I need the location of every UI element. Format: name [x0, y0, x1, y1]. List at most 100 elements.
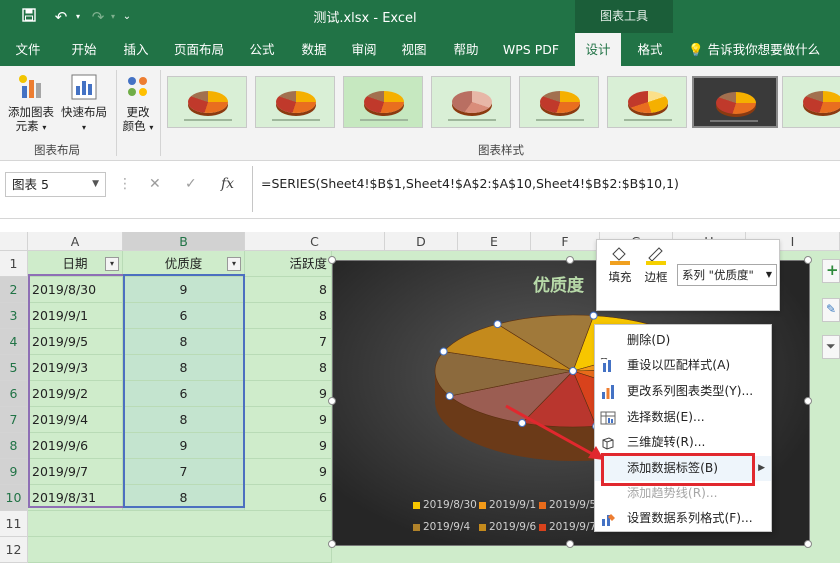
table-cell-quality[interactable]: 6: [123, 303, 245, 329]
row-header[interactable]: 3: [0, 303, 28, 329]
cancel-icon[interactable]: ✕: [149, 172, 161, 197]
select-all-corner[interactable]: [0, 232, 28, 251]
table-cell-date[interactable]: 2019/9/3: [28, 355, 123, 381]
chart-style-4[interactable]: [431, 76, 511, 128]
legend-item[interactable]: 2019/9/7: [539, 521, 596, 533]
tab-insert[interactable]: 插入: [114, 33, 158, 66]
table-cell-date[interactable]: 2019/9/4: [28, 407, 123, 433]
table-cell-activity[interactable]: 9: [245, 459, 332, 485]
table-cell-date[interactable]: 2019/8/30: [28, 277, 123, 303]
table-cell-date[interactable]: 2019/9/1: [28, 303, 123, 329]
table-cell-date[interactable]: 2019/8/31: [28, 485, 123, 511]
row-header[interactable]: 4: [0, 329, 28, 355]
row-header[interactable]: 8: [0, 433, 28, 459]
redo-icon[interactable]: ↷: [88, 7, 108, 27]
table-cell-quality[interactable]: 7: [123, 459, 245, 485]
resize-handle[interactable]: [566, 256, 574, 264]
legend-item[interactable]: 2019/9/1: [479, 499, 536, 511]
table-cell-quality[interactable]: 8: [123, 355, 245, 381]
row-header[interactable]: 10: [0, 485, 28, 511]
column-header-f[interactable]: F: [531, 232, 600, 251]
resize-handle[interactable]: [566, 540, 574, 548]
chevron-down-icon[interactable]: ▼: [92, 173, 99, 196]
menu-item-reset-style[interactable]: 重设以匹配样式(A): [595, 353, 771, 378]
series-selector[interactable]: 系列 "优质度" ▼: [677, 264, 777, 286]
table-cell-activity[interactable]: 9: [245, 407, 332, 433]
fill-button[interactable]: 填充: [603, 244, 637, 285]
table-cell-activity[interactable]: 9: [245, 433, 332, 459]
resize-handle[interactable]: [804, 397, 812, 405]
resize-handle[interactable]: [328, 256, 336, 264]
tab-format[interactable]: 格式: [628, 33, 672, 66]
chart-elements-button[interactable]: +: [822, 259, 840, 283]
legend-item[interactable]: 2019/9/5: [539, 499, 596, 511]
tab-data[interactable]: 数据: [292, 33, 336, 66]
tell-me-search[interactable]: 💡 告诉我你想要做什么: [688, 33, 820, 66]
enter-icon[interactable]: ✓: [185, 172, 197, 197]
tab-file[interactable]: 文件: [6, 33, 50, 66]
chart-style-6[interactable]: [607, 76, 687, 128]
change-colors-button[interactable]: 更改 颜色 ▾: [118, 72, 158, 135]
menu-item-change-chart-type[interactable]: 更改系列图表类型(Y)...: [595, 379, 771, 404]
table-header-activity[interactable]: 活跃度: [245, 251, 332, 277]
chart-filters-button[interactable]: ⏷: [822, 335, 840, 359]
tab-design[interactable]: 设计: [575, 33, 621, 66]
menu-item-add-data-labels[interactable]: 添加数据标签(B) ▶: [595, 456, 771, 481]
filter-dropdown-icon[interactable]: ▾: [227, 257, 241, 271]
table-cell-activity[interactable]: 9: [245, 381, 332, 407]
chart-style-2[interactable]: [255, 76, 335, 128]
table-cell-activity[interactable]: 7: [245, 329, 332, 355]
formula-input[interactable]: =SERIES(Sheet4!$B$1,Sheet4!$A$2:$A$10,Sh…: [252, 166, 838, 212]
menu-item-3d-rotation[interactable]: 三维旋转(R)...: [595, 430, 771, 455]
quick-layout-button[interactable]: 快速布局 ▾: [58, 72, 110, 135]
table-cell-date[interactable]: 2019/9/5: [28, 329, 123, 355]
row-header[interactable]: 6: [0, 381, 28, 407]
column-header-a[interactable]: A: [28, 232, 123, 251]
table-cell-quality[interactable]: 8: [123, 407, 245, 433]
column-header-e[interactable]: E: [458, 232, 531, 251]
table-cell-date[interactable]: 2019/9/2: [28, 381, 123, 407]
chart-styles-button[interactable]: ✎: [822, 298, 840, 322]
table-cell-activity[interactable]: 8: [245, 303, 332, 329]
chart-style-5[interactable]: [519, 76, 599, 128]
filter-dropdown-icon[interactable]: ▾: [105, 257, 119, 271]
tab-view[interactable]: 视图: [392, 33, 436, 66]
legend-item[interactable]: 2019/9/6: [479, 521, 536, 533]
chart-style-1[interactable]: [167, 76, 247, 128]
empty-cell[interactable]: [28, 537, 332, 563]
tab-help[interactable]: 帮助: [444, 33, 488, 66]
table-cell-activity[interactable]: 6: [245, 485, 332, 511]
customize-qat-icon[interactable]: ⌄: [120, 7, 134, 27]
add-chart-element-button[interactable]: 添加图表 元素 ▾: [4, 72, 58, 135]
row-header[interactable]: 2: [0, 277, 28, 303]
undo-icon[interactable]: ↶: [50, 7, 72, 27]
row-header[interactable]: 5: [0, 355, 28, 381]
table-header-date[interactable]: 日期 ▾: [28, 251, 123, 277]
tab-page-layout[interactable]: 页面布局: [168, 33, 230, 66]
name-box[interactable]: 图表 5 ▼: [5, 172, 106, 197]
chart-style-3[interactable]: [343, 76, 423, 128]
row-header[interactable]: 9: [0, 459, 28, 485]
row-header[interactable]: 11: [0, 511, 28, 537]
tab-formulas[interactable]: 公式: [240, 33, 284, 66]
table-cell-quality[interactable]: 8: [123, 329, 245, 355]
legend-item[interactable]: 2019/8/30: [413, 499, 477, 511]
resize-handle[interactable]: [328, 397, 336, 405]
column-header-c[interactable]: C: [245, 232, 385, 251]
table-header-quality[interactable]: 优质度 ▾: [123, 251, 245, 277]
resize-handle[interactable]: [804, 540, 812, 548]
table-cell-date[interactable]: 2019/9/7: [28, 459, 123, 485]
resize-handle[interactable]: [804, 256, 812, 264]
table-cell-activity[interactable]: 8: [245, 277, 332, 303]
save-icon[interactable]: [18, 7, 40, 27]
menu-item-select-data[interactable]: 选择数据(E)...: [595, 405, 771, 430]
chart-style-7-selected[interactable]: [692, 76, 778, 128]
column-header-b[interactable]: B: [123, 232, 245, 251]
chevron-down-icon[interactable]: ▼: [766, 265, 772, 285]
row-header[interactable]: 7: [0, 407, 28, 433]
table-cell-quality[interactable]: 9: [123, 277, 245, 303]
row-header[interactable]: 12: [0, 537, 28, 563]
undo-dropdown-icon[interactable]: ▾: [72, 7, 84, 27]
table-cell-date[interactable]: 2019/9/6: [28, 433, 123, 459]
chart-style-8[interactable]: [782, 76, 840, 128]
